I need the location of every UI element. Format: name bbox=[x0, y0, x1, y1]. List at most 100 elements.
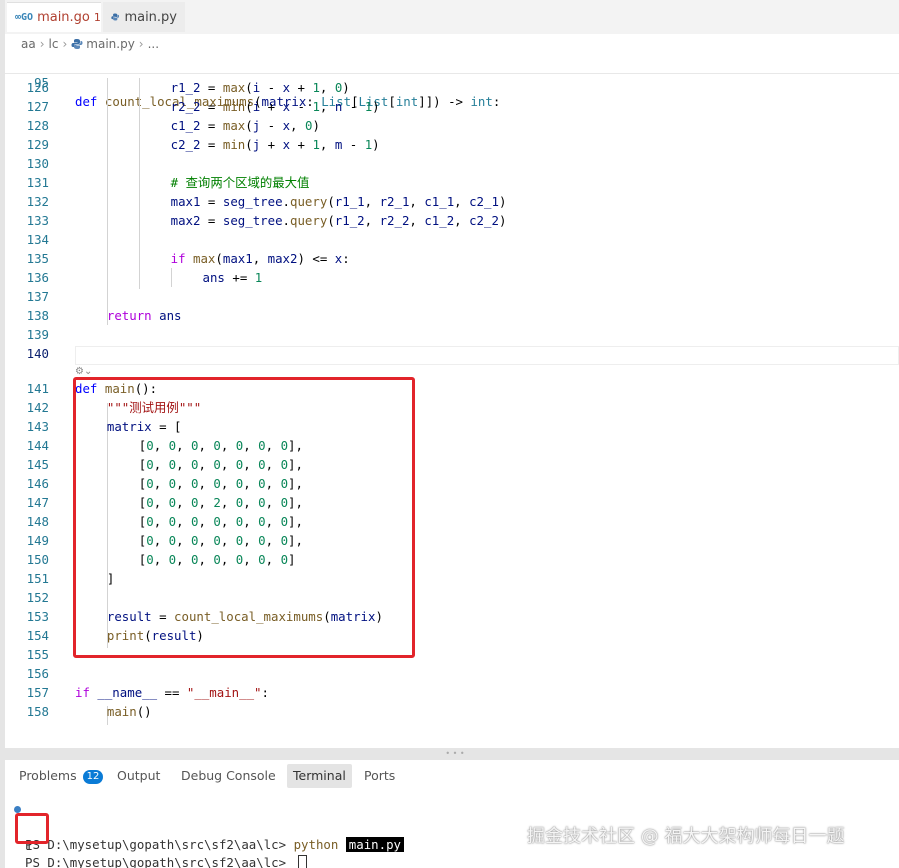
tab-ports[interactable]: Ports bbox=[358, 764, 401, 788]
line-number: 140 bbox=[26, 346, 49, 361]
line-number: 132 bbox=[26, 194, 49, 209]
line-number: 127 bbox=[26, 99, 49, 114]
code-line: 126 r1_2 = max(i - x + 1, 0) bbox=[5, 78, 899, 97]
code-line: 158 main() bbox=[5, 702, 899, 721]
code-text: return ans bbox=[106, 308, 182, 323]
code-text: main() bbox=[106, 704, 152, 719]
tab-debug-console[interactable]: Debug Console bbox=[175, 764, 282, 788]
code-line: 128 c1_2 = max(j - x, 0) bbox=[5, 116, 899, 135]
line-number: 144 bbox=[26, 438, 49, 453]
line-number: 126 bbox=[26, 80, 49, 95]
code-line: 156 bbox=[5, 664, 899, 683]
code-area[interactable]: ⚙⌄ 126 r1_2 = max(i - x + 1, 0) 127 r2_2 = … bbox=[5, 76, 899, 748]
code-line: 133 max2 = seg_tree.query(r1_2, r2_2, c1_… bbox=[5, 211, 899, 230]
line-number: 155 bbox=[26, 647, 49, 662]
line-number: 135 bbox=[26, 251, 49, 266]
code-text: if __name__ == "__main__": bbox=[75, 685, 269, 700]
editor: ∞GO main.go 1 main.py aa › lc › main.py … bbox=[5, 0, 899, 748]
line-number: 153 bbox=[26, 609, 49, 624]
code-line: 138 return ans bbox=[5, 306, 899, 325]
code-text: c2_2 = min(j + x + 1, m - 1) bbox=[170, 137, 380, 152]
chevron-right-icon: › bbox=[138, 37, 144, 51]
problem-count-badge: 1 bbox=[93, 11, 101, 24]
chevron-right-icon: › bbox=[62, 37, 68, 51]
code-line: 140 bbox=[5, 344, 899, 363]
code-line: 129 c2_2 = min(j + x + 1, m - 1) bbox=[5, 135, 899, 154]
line-number: 151 bbox=[26, 571, 49, 586]
line-number: 147 bbox=[26, 495, 49, 510]
line-number: 130 bbox=[26, 156, 49, 171]
line-number: 142 bbox=[26, 400, 49, 415]
tab-label: Terminal bbox=[293, 768, 346, 783]
line-number: 141 bbox=[26, 381, 49, 396]
breadcrumb-item[interactable]: ... bbox=[148, 37, 159, 51]
line-number: 134 bbox=[26, 232, 49, 247]
code-line: 157 if __name__ == "__main__": bbox=[5, 683, 899, 702]
tab-problems[interactable]: Problems 12 bbox=[13, 764, 109, 788]
code-line: 134 bbox=[5, 230, 899, 249]
chevron-right-icon: › bbox=[39, 37, 45, 51]
breadcrumb-item[interactable]: main.py bbox=[86, 37, 135, 51]
line-number: 154 bbox=[26, 628, 49, 643]
code-text: if max(max1, max2) <= x: bbox=[170, 251, 350, 266]
watermark: 掘金技术社区 @ 福大大架构师每日一题 bbox=[527, 826, 845, 847]
line-number: 139 bbox=[26, 327, 49, 342]
code-line: 130 bbox=[5, 154, 899, 173]
tab-output[interactable]: Output bbox=[111, 764, 166, 788]
line-number: 129 bbox=[26, 137, 49, 152]
line-number: 149 bbox=[26, 533, 49, 548]
line-number: 156 bbox=[26, 666, 49, 681]
code-text: max1 = seg_tree.query(r1_1, r2_1, c1_1, … bbox=[170, 194, 507, 209]
line-number: 133 bbox=[26, 213, 49, 228]
go-file-icon: ∞GO bbox=[15, 12, 34, 23]
code-line: 95 def count_local_maximums(matrix: List… bbox=[5, 54, 899, 109]
breadcrumb-item[interactable]: lc bbox=[49, 37, 59, 51]
line-number: 138 bbox=[26, 308, 49, 323]
python-file-icon bbox=[71, 39, 83, 49]
code-text: r2_2 = min(i + x - 1, n - 1) bbox=[170, 99, 380, 114]
line-number: 137 bbox=[26, 289, 49, 304]
tab-label: Ports bbox=[364, 768, 396, 783]
code-line: 131 # 查询两个区域的最大值 bbox=[5, 173, 899, 192]
line-number: 146 bbox=[26, 476, 49, 491]
bottom-panel: Problems 12 Output Debug Console Termina… bbox=[5, 760, 899, 868]
tab-label: main.go bbox=[37, 10, 90, 25]
panel-tabs: Problems 12 Output Debug Console Termina… bbox=[5, 764, 899, 788]
tab-label: Output bbox=[117, 768, 161, 783]
tab-terminal[interactable]: Terminal bbox=[287, 764, 352, 788]
line-number: 143 bbox=[26, 419, 49, 434]
problems-count-badge: 12 bbox=[82, 770, 104, 784]
panel-resize-handle[interactable]: • • • bbox=[440, 750, 470, 758]
line-number: 128 bbox=[26, 118, 49, 133]
line-number: 152 bbox=[26, 590, 49, 605]
annotation-highlight-box bbox=[15, 813, 49, 844]
tab-label: Debug Console bbox=[181, 768, 276, 783]
code-line: 127 r2_2 = min(i + x - 1, n - 1) bbox=[5, 97, 899, 116]
tab-label: Problems bbox=[19, 768, 77, 783]
code-text: r1_2 = max(i - x + 1, 0) bbox=[170, 80, 350, 95]
code-line: 136 ans += 1 bbox=[5, 268, 899, 287]
code-text: # 查询两个区域的最大值 bbox=[170, 175, 310, 190]
tab-main-go[interactable]: ∞GO main.go 1 bbox=[7, 2, 101, 32]
breadcrumb-item[interactable]: aa bbox=[21, 37, 36, 51]
breadcrumb: aa › lc › main.py › ... bbox=[5, 34, 899, 54]
annotation-highlight-box bbox=[73, 377, 415, 658]
tab-bar: ∞GO main.go 1 main.py bbox=[5, 0, 899, 34]
tab-main-py[interactable]: main.py bbox=[103, 2, 185, 32]
terminal-line: PS D:\mysetup\gopath\src\sf2\aa\lc> pyth… bbox=[5, 800, 899, 852]
terminal-prompt: PS D:\mysetup\gopath\src\sf2\aa\lc> bbox=[25, 855, 294, 868]
command-status-icon[interactable] bbox=[14, 806, 21, 813]
sticky-scroll-header[interactable]: 95 def count_local_maximums(matrix: List… bbox=[5, 54, 899, 109]
code-line: 132 max1 = seg_tree.query(r1_1, r2_1, c1_… bbox=[5, 192, 899, 211]
line-number: 148 bbox=[26, 514, 49, 529]
line-number: 136 bbox=[26, 270, 49, 285]
code-line: 139 bbox=[5, 325, 899, 344]
tab-label: main.py bbox=[124, 9, 177, 25]
code-line: 137 bbox=[5, 287, 899, 306]
line-number: 158 bbox=[26, 704, 49, 719]
code-text: c1_2 = max(j - x, 0) bbox=[170, 118, 320, 133]
code-text: ans += 1 bbox=[202, 270, 263, 285]
code-text: max2 = seg_tree.query(r1_2, r2_2, c1_2, … bbox=[170, 213, 507, 228]
terminal-cursor bbox=[297, 855, 307, 868]
line-number: 145 bbox=[26, 457, 49, 472]
